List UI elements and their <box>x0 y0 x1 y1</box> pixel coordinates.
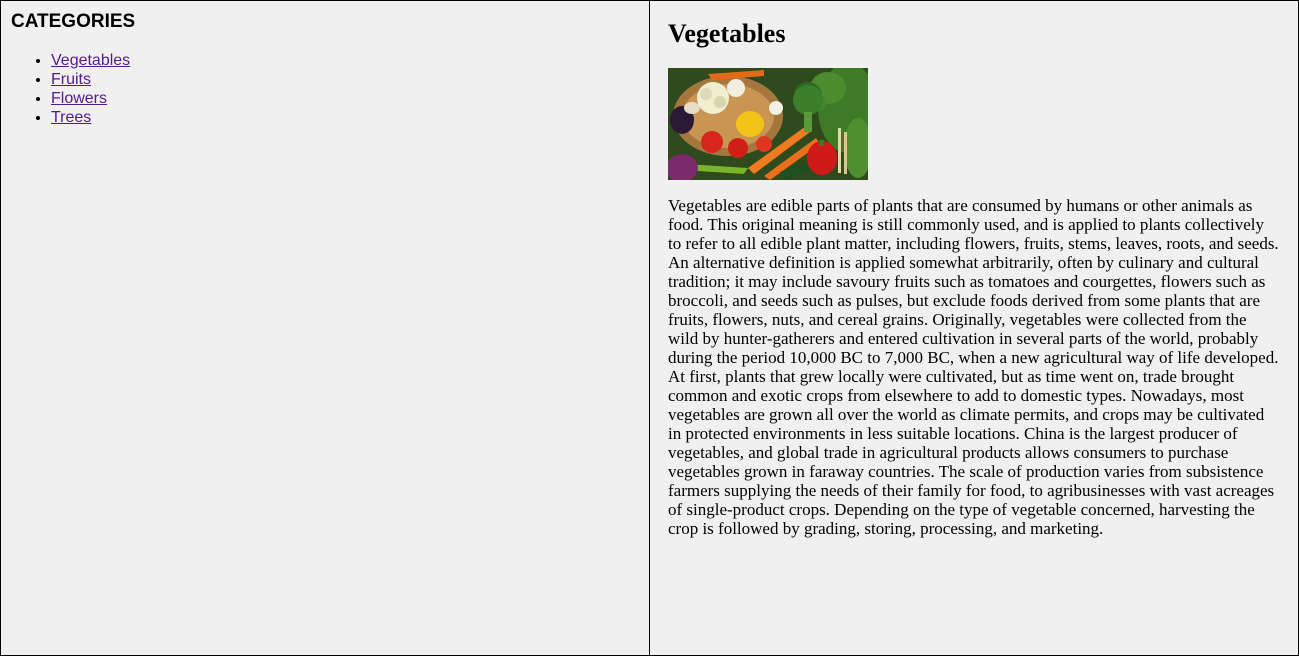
category-link-trees[interactable]: Trees <box>51 109 91 126</box>
category-item-vegetables: Vegetables <box>51 51 639 70</box>
category-link-fruits[interactable]: Fruits <box>51 71 91 88</box>
category-item-flowers: Flowers <box>51 89 639 108</box>
article-body: Vegetables are edible parts of plants th… <box>668 196 1279 538</box>
article-title: Vegetables <box>668 19 786 48</box>
content-frame[interactable]: Vegetables Vegetables are edible parts o… <box>649 0 1299 656</box>
vegetables-photo <box>668 68 868 180</box>
category-link-vegetables[interactable]: Vegetables <box>51 52 130 69</box>
categories-heading: CATEGORIES <box>11 11 136 32</box>
categories-frame: CATEGORIES Vegetables Fruits Flowers Tre… <box>0 0 650 656</box>
category-item-trees: Trees <box>51 108 639 127</box>
category-link-flowers[interactable]: Flowers <box>51 90 107 107</box>
categories-list: Vegetables Fruits Flowers Trees <box>11 51 639 127</box>
article-panel: Vegetables Vegetables are edible parts o… <box>650 1 1298 601</box>
categories-panel: CATEGORIES Vegetables Fruits Flowers Tre… <box>1 1 649 137</box>
category-item-fruits: Fruits <box>51 70 639 89</box>
